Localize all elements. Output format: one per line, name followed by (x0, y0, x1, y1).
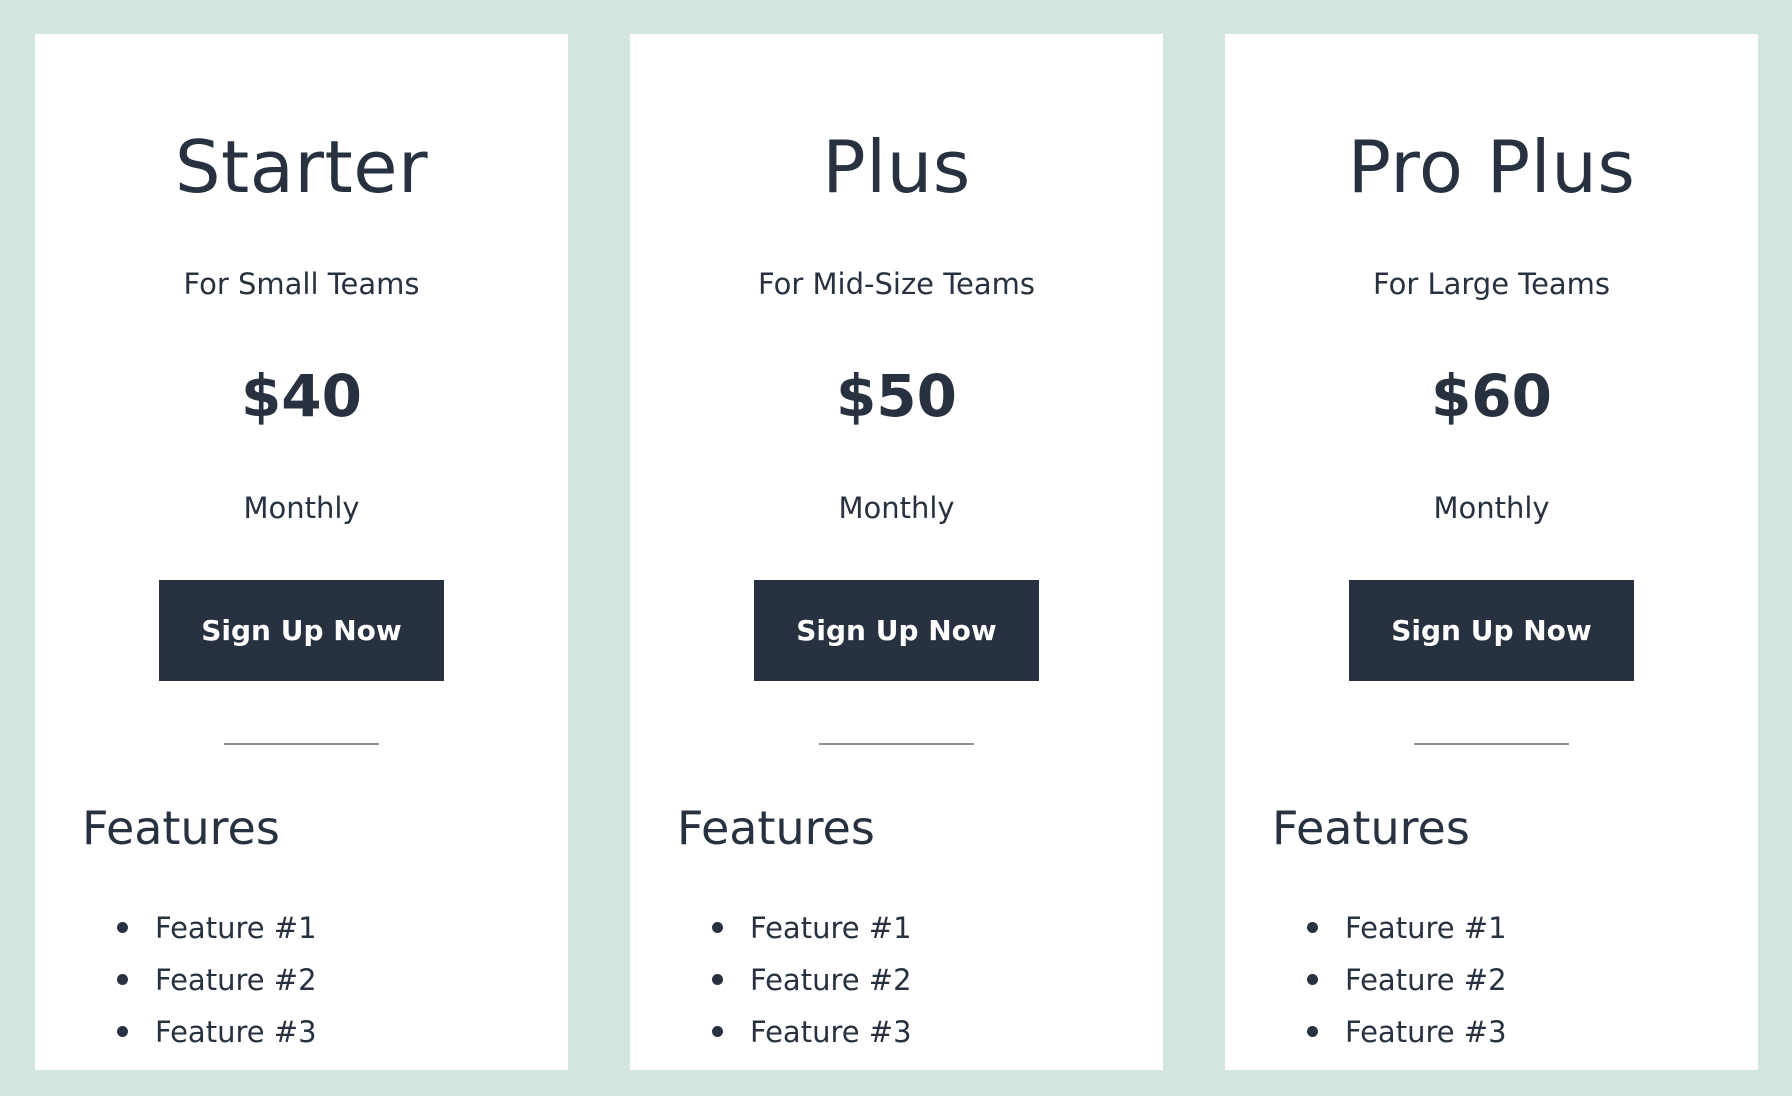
plan-title: Pro Plus (1347, 125, 1636, 209)
bullet-icon (712, 922, 723, 933)
bullet-icon (117, 922, 128, 933)
features-heading: Features (677, 801, 875, 855)
pricing-grid: Starter For Small Teams $40 Monthly Sign… (0, 0, 1792, 1096)
sign-up-button-pro-plus[interactable]: Sign Up Now (1349, 580, 1634, 681)
bullet-icon (1307, 922, 1318, 933)
feature-list: Feature #1 Feature #2 Feature #3 (1307, 907, 1507, 1063)
plan-title: Plus (822, 125, 971, 209)
feature-label: Feature #1 (1345, 911, 1507, 945)
plan-subtitle: For Small Teams (183, 267, 420, 301)
feature-label: Feature #3 (750, 1015, 912, 1049)
features-heading: Features (82, 801, 280, 855)
feature-label: Feature #2 (155, 963, 317, 997)
plan-card-pro-plus: Pro Plus For Large Teams $60 Monthly Sig… (1225, 34, 1758, 1070)
plan-price: $50 (835, 362, 958, 430)
plan-price: $40 (240, 362, 363, 430)
card-divider (819, 743, 974, 745)
bullet-icon (117, 974, 128, 985)
feature-label: Feature #2 (1345, 963, 1507, 997)
plan-title: Starter (174, 125, 429, 209)
plan-period: Monthly (243, 491, 360, 525)
sign-up-button-plus[interactable]: Sign Up Now (754, 580, 1039, 681)
plan-subtitle: For Large Teams (1372, 267, 1611, 301)
bullet-icon (712, 1026, 723, 1037)
plan-subtitle: For Mid-Size Teams (758, 267, 1035, 301)
plan-card-starter: Starter For Small Teams $40 Monthly Sign… (35, 34, 568, 1070)
bullet-icon (712, 974, 723, 985)
feature-label: Feature #1 (750, 911, 912, 945)
bullet-icon (1307, 1026, 1318, 1037)
plan-period: Monthly (838, 491, 955, 525)
feature-label: Feature #2 (750, 963, 912, 997)
feature-item: Feature #2 (117, 959, 317, 1011)
plan-period: Monthly (1433, 491, 1550, 525)
features-heading: Features (1272, 801, 1470, 855)
feature-item: Feature #3 (712, 1011, 912, 1063)
card-divider (224, 743, 379, 745)
feature-item: Feature #3 (117, 1011, 317, 1063)
feature-item: Feature #2 (1307, 959, 1507, 1011)
feature-item: Feature #2 (712, 959, 912, 1011)
feature-list: Feature #1 Feature #2 Feature #3 (117, 907, 317, 1063)
feature-list: Feature #1 Feature #2 Feature #3 (712, 907, 912, 1063)
feature-item: Feature #1 (1307, 907, 1507, 959)
feature-item: Feature #1 (117, 907, 317, 959)
feature-item: Feature #3 (1307, 1011, 1507, 1063)
feature-label: Feature #3 (155, 1015, 317, 1049)
feature-item: Feature #1 (712, 907, 912, 959)
plan-card-plus: Plus For Mid-Size Teams $50 Monthly Sign… (630, 34, 1163, 1070)
feature-label: Feature #3 (1345, 1015, 1507, 1049)
plan-price: $60 (1430, 362, 1553, 430)
bullet-icon (117, 1026, 128, 1037)
sign-up-button-starter[interactable]: Sign Up Now (159, 580, 444, 681)
bullet-icon (1307, 974, 1318, 985)
card-divider (1414, 743, 1569, 745)
feature-label: Feature #1 (155, 911, 317, 945)
